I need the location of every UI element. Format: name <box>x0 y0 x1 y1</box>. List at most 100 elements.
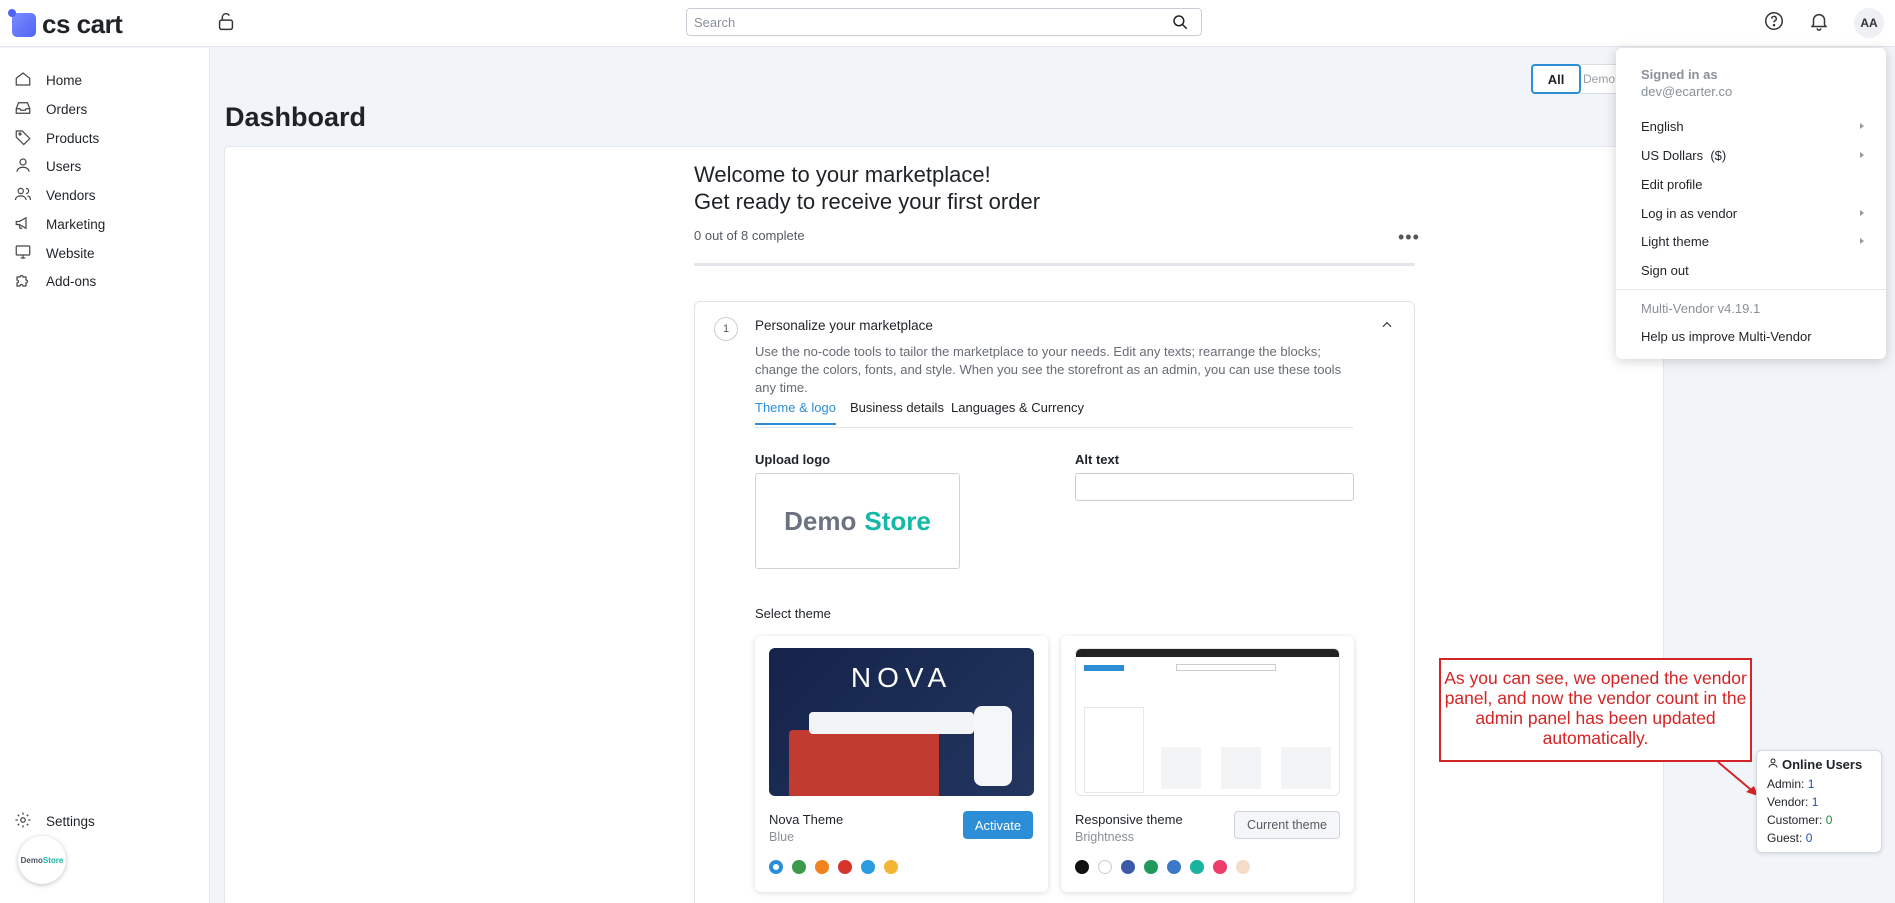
gear-icon <box>14 811 32 832</box>
swatch-peach[interactable] <box>1236 860 1250 874</box>
sidebar-item-marketing[interactable]: Marketing <box>14 212 105 236</box>
tab-business-details[interactable]: Business details <box>850 400 944 423</box>
theme-card-nova[interactable]: NOVA Nova Theme Blue Activate <box>755 636 1048 892</box>
progress-bar <box>694 263 1415 266</box>
menu-item-theme[interactable]: Light theme <box>1641 234 1866 249</box>
search-box[interactable] <box>686 8 1202 36</box>
swatch-orange[interactable] <box>815 860 829 874</box>
menu-item-label: Light theme <box>1641 234 1709 249</box>
swatch-sky[interactable] <box>861 860 875 874</box>
store-filter-tabs: All Demo Store <box>1531 64 1621 94</box>
sidebar-item-label: Website <box>46 245 95 261</box>
store-tab-all[interactable]: All <box>1531 64 1581 94</box>
step-title[interactable]: Personalize your marketplace <box>755 318 933 333</box>
caret-right-icon <box>1860 210 1864 216</box>
sidebar-item-label: Add-ons <box>46 273 97 289</box>
sidebar-item-orders[interactable]: Orders <box>14 97 87 121</box>
phone-image <box>974 706 1012 786</box>
unlock-icon[interactable] <box>215 11 237 33</box>
row-label: Guest: <box>1767 831 1803 845</box>
home-icon <box>14 70 32 91</box>
sidebar-item-products[interactable]: Products <box>14 126 99 150</box>
search-input[interactable] <box>687 9 1157 35</box>
menu-item-sign-out[interactable]: Sign out <box>1641 263 1866 278</box>
thumb-search <box>1176 664 1276 671</box>
swatch-teal[interactable] <box>1190 860 1204 874</box>
sidebar-item-home[interactable]: Home <box>14 68 82 92</box>
menu-item-edit-profile[interactable]: Edit profile <box>1641 177 1866 192</box>
profile-dropdown: Signed in as dev@ecarter.co English US D… <box>1616 48 1886 359</box>
puzzle-icon <box>14 271 32 292</box>
menu-item-help-improve[interactable]: Help us improve Multi-Vendor <box>1641 329 1866 344</box>
swatch-red[interactable] <box>838 860 852 874</box>
sidebar-item-settings[interactable]: Settings <box>14 809 95 833</box>
sidebar-item-label: Home <box>46 72 83 88</box>
swatch-yellow[interactable] <box>884 860 898 874</box>
menu-item-currency[interactable]: US Dollars ($) <box>1641 148 1866 163</box>
tab-languages-currency[interactable]: Languages & Currency <box>951 400 1084 423</box>
menu-item-language[interactable]: English <box>1641 119 1866 134</box>
theme-card-responsive[interactable]: Responsive theme Brightness Current them… <box>1061 636 1354 892</box>
sidebar-item-label: Marketing <box>46 216 106 232</box>
logo-preview-part1: Demo <box>784 505 857 536</box>
row-label: Admin: <box>1767 777 1805 791</box>
tab-theme-logo[interactable]: Theme & logo <box>755 400 836 425</box>
cs-cart-logo[interactable]: cs cart <box>8 8 123 40</box>
online-users-row: Guest: 0 <box>1767 829 1871 847</box>
search-icon[interactable] <box>1171 13 1189 31</box>
logo-text: cs cart <box>42 9 123 39</box>
swatch-black[interactable] <box>1075 860 1089 874</box>
step-tabs: Theme & logo Business details Languages … <box>755 400 1353 428</box>
sidebar-item-label: Vendors <box>46 187 96 203</box>
row-value: 1 <box>1811 795 1819 809</box>
online-users-row: Customer: 0 <box>1767 811 1871 829</box>
menu-item-label: Sign out <box>1641 263 1689 278</box>
swatch-green[interactable] <box>1144 860 1158 874</box>
swatch-pink[interactable] <box>1213 860 1227 874</box>
swatch-blue[interactable] <box>769 860 783 874</box>
monitor-icon <box>14 243 32 264</box>
row-value: 0 <box>1825 813 1833 827</box>
help-icon[interactable] <box>1763 10 1787 34</box>
laptop-image <box>809 712 974 734</box>
thumb-product-1 <box>1161 747 1201 789</box>
more-options-button[interactable]: ••• <box>1398 228 1420 246</box>
caret-right-icon <box>1860 123 1864 129</box>
bell-icon[interactable] <box>1808 10 1832 34</box>
current-theme-button[interactable]: Current theme <box>1234 811 1340 839</box>
theme-style: Brightness <box>1075 830 1135 844</box>
nova-theme-thumbnail: NOVA <box>769 648 1034 796</box>
nova-swatches <box>769 860 898 874</box>
swatch-green[interactable] <box>792 860 806 874</box>
sidebar: Home Orders Products Users Vendors Marke… <box>0 48 210 903</box>
online-users-widget: Online Users Admin: 1 Vendor: 1 Customer… <box>1756 750 1882 853</box>
activate-button[interactable]: Activate <box>963 811 1033 839</box>
sidebar-item-website[interactable]: Website <box>14 241 95 265</box>
sidebar-item-addons[interactable]: Add-ons <box>14 269 96 293</box>
menu-item-label: Log in as vendor <box>1641 206 1738 221</box>
upload-logo-label: Upload logo <box>755 452 831 467</box>
thumb-topbar <box>1076 649 1339 657</box>
menu-item-log-in-as-vendor[interactable]: Log in as vendor <box>1641 206 1866 221</box>
menu-item-label: US Dollars ($) <box>1641 148 1727 163</box>
swatch-blue[interactable] <box>1167 860 1181 874</box>
megaphone-icon <box>14 214 32 235</box>
store-badge-part2: Store <box>42 855 64 865</box>
swatch-white[interactable] <box>1098 860 1112 874</box>
online-users-header: Online Users <box>1767 757 1871 772</box>
store-switcher-badge[interactable]: Demo Store <box>18 836 66 884</box>
thumb-product-3 <box>1281 747 1331 789</box>
sidebar-item-vendors[interactable]: Vendors <box>14 183 96 207</box>
swatch-navy[interactable] <box>1121 860 1135 874</box>
alt-text-input[interactable] <box>1075 473 1354 501</box>
responsive-theme-thumbnail <box>1075 648 1340 796</box>
store-tab-demo[interactable]: Demo Store <box>1581 64 1621 94</box>
chevron-up-icon[interactable] <box>1380 318 1394 332</box>
logo-upload-box[interactable]: Demo Store <box>755 473 960 569</box>
user-icon <box>1767 757 1779 772</box>
users-icon <box>14 185 32 206</box>
caret-right-icon <box>1860 152 1864 158</box>
avatar[interactable]: AA <box>1854 8 1884 38</box>
thumb-logo <box>1084 665 1124 671</box>
sidebar-item-users[interactable]: Users <box>14 154 81 178</box>
